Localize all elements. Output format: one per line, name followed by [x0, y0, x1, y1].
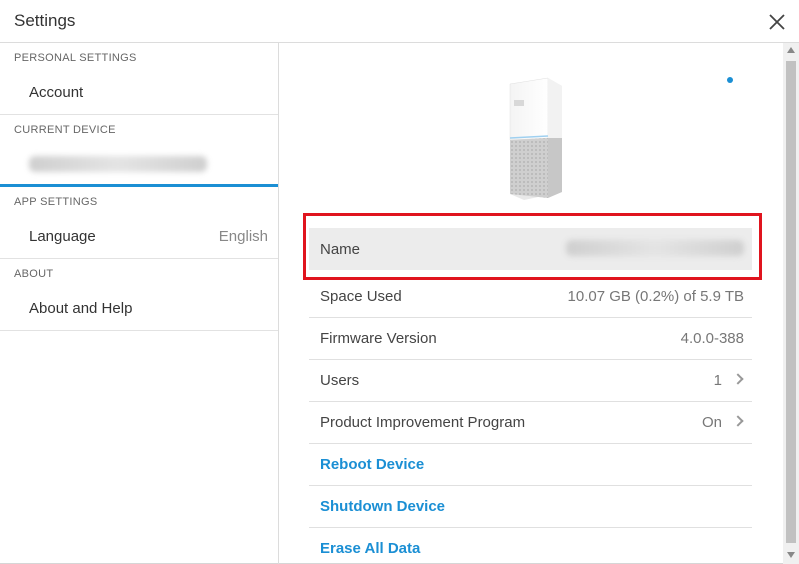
row-value: On: [701, 414, 722, 431]
shutdown-device-button[interactable]: Shutdown Device: [309, 486, 752, 528]
scroll-thumb[interactable]: [786, 61, 796, 543]
reboot-device-button[interactable]: Reboot Device: [309, 444, 752, 486]
users-row[interactable]: Users 1: [309, 360, 752, 402]
scrollbar[interactable]: [783, 43, 799, 564]
row-label: Space Used: [320, 288, 402, 305]
scroll-down-icon[interactable]: [787, 552, 795, 558]
sidebar-item-about-help[interactable]: About and Help: [0, 286, 278, 331]
close-icon: [769, 14, 785, 30]
sidebar-item-account[interactable]: Account: [0, 70, 278, 115]
sidebar: PERSONAL SETTINGS Account CURRENT DEVICE…: [0, 43, 279, 564]
dialog-title: Settings: [14, 11, 76, 30]
settings-dialog: Settings PERSONAL SETTINGS Account CURRE…: [0, 0, 799, 564]
row-value: 4.0.0-388: [680, 330, 744, 347]
sidebar-item-language[interactable]: Language English: [0, 214, 278, 259]
title-bar: Settings: [0, 0, 799, 43]
highlight-box: [303, 213, 762, 280]
chevron-right-icon: [732, 373, 744, 385]
scroll-up-icon[interactable]: [787, 47, 795, 53]
sidebar-item-label: Account: [29, 84, 84, 101]
close-button[interactable]: [765, 10, 789, 34]
erase-all-data-button[interactable]: Erase All Data: [309, 528, 752, 564]
section-header-app-settings: APP SETTINGS: [14, 196, 98, 208]
device-panel: Name Space Used 10.07 GB (0.2%) of 5.9 T…: [280, 43, 783, 564]
row-value: 1: [713, 372, 722, 389]
section-header-about: ABOUT: [14, 268, 54, 280]
sidebar-item-current-device[interactable]: [0, 142, 278, 187]
row-label: Firmware Version: [320, 330, 437, 347]
chevron-right-icon: [732, 415, 744, 427]
product-improvement-row[interactable]: Product Improvement Program On: [309, 402, 752, 444]
section-header-current-device: CURRENT DEVICE: [14, 124, 116, 136]
action-label: Shutdown Device: [320, 498, 446, 515]
row-label: Product Improvement Program: [320, 414, 526, 431]
firmware-version-row: Firmware Version 4.0.0-388: [309, 318, 752, 360]
section-header-personal: PERSONAL SETTINGS: [14, 52, 137, 64]
action-label: Reboot Device: [320, 456, 425, 473]
row-label: Users: [320, 372, 360, 389]
current-device-name-redacted: [29, 156, 207, 176]
sidebar-item-label: About and Help: [29, 300, 133, 317]
row-value: 10.07 GB (0.2%) of 5.9 TB: [567, 288, 744, 305]
nas-device-image: [509, 77, 562, 200]
space-used-row: Space Used 10.07 GB (0.2%) of 5.9 TB: [309, 276, 752, 318]
sidebar-item-label: Language: [29, 228, 96, 245]
action-label: Erase All Data: [320, 540, 421, 557]
status-dot: [727, 77, 733, 83]
language-value: English: [218, 228, 268, 245]
